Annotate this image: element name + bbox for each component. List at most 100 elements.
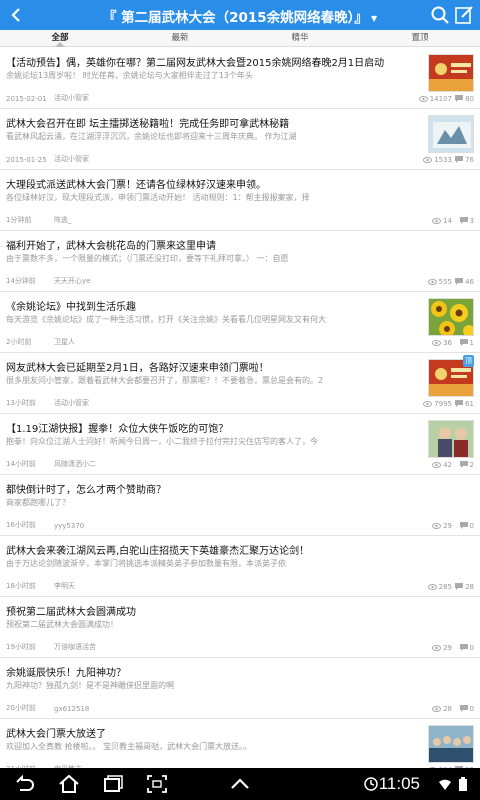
post-author[interactable]: 卫星人 <box>54 337 75 347</box>
post-author[interactable]: 阵逃_ <box>54 215 72 225</box>
view-count: 1533 <box>423 156 452 164</box>
edit-icon[interactable] <box>454 5 474 25</box>
post-item[interactable]: 网友武林大会已延期至2月1日，各路好汉速来申领门票啦！ 很多朋友问小管家，跟着看武… <box>0 353 480 414</box>
post-snippet: 商家都跑哪儿了？ <box>6 498 70 507</box>
post-date: 2015-01-25 <box>6 156 47 164</box>
view-count-value: 36 <box>443 339 452 347</box>
post-snippet: 余姚论坛13周岁啦！ 时光荏苒，余姚论坛与大家相伴走过了13个年头 <box>6 71 253 80</box>
post-author[interactable]: yyy5370 <box>54 522 84 530</box>
back-nav-icon[interactable] <box>14 774 36 794</box>
post-item[interactable]: 预祝第二届武林大会圆满成功 预祝第二届武林大会圆满成功！ 19小时前 万倍咖语活苦 29… <box>0 597 480 658</box>
comment-icon <box>459 522 470 530</box>
post-item[interactable]: 【1.19江湖快报】握拳！众位大侠午饭吃的可饱？ 抱拳！向众位江湖人士问好！听闻今… <box>0 414 480 475</box>
comment-count-value: 61 <box>465 400 474 408</box>
post-author[interactable]: 活动小管家 <box>54 398 89 408</box>
post-snippet: 抱拳！向众位江湖人士问好！听闻今日周一，小二我终于拉付完打尖住店写的客人了，今 <box>6 437 318 446</box>
comment-count-value: 76 <box>465 156 474 164</box>
comment-icon <box>459 217 470 225</box>
dropdown-caret-icon: ▼ <box>370 13 378 23</box>
post-date: 20小时前 <box>6 704 36 712</box>
screenshot-icon[interactable] <box>146 774 168 794</box>
post-title: 余姚诞辰快乐！九阳神功？ <box>6 668 126 679</box>
comment-icon <box>455 278 465 286</box>
comment-icon <box>459 705 470 713</box>
comment-count-value: 46 <box>465 278 474 286</box>
post-snippet: 每天游览《余姚论坛》成了一种生活习惯，打开《关注余姚》关看看几位明星网友又有何大 <box>6 315 326 324</box>
eye-icon <box>432 217 443 225</box>
post-title: 福利开始了，武林大会桃花岛的门票来这里申请 <box>6 241 216 252</box>
post-date: 14小时前 <box>6 460 36 468</box>
comment-count-value: 28 <box>465 583 474 591</box>
comment-count-value: 0 <box>469 644 474 652</box>
post-author[interactable]: 活动小管家 <box>54 154 89 164</box>
comment-count-value: 2 <box>469 461 474 469</box>
tab-pinned[interactable]: 置顶 <box>360 30 480 46</box>
comment-count-value: 3 <box>469 217 474 225</box>
post-author[interactable]: 天天开心ye <box>54 276 90 286</box>
tab-featured[interactable]: 精华 <box>240 30 360 46</box>
comment-count: 80 <box>455 95 474 103</box>
post-item[interactable]: 武林大会来袭江湖风云再,白驼山庄招揽天下英雄豪杰汇聚万达论剑！ 由于万达论剑随波渐… <box>0 536 480 597</box>
post-author[interactable]: 李明天 <box>54 581 75 591</box>
tab-bar: 全部 最新 精华 置顶 <box>0 30 480 47</box>
home-nav-icon[interactable] <box>58 774 80 794</box>
post-author[interactable]: 风随潇洒小二 <box>54 459 96 469</box>
system-nav-bar: 11:05 <box>0 768 480 800</box>
page-title[interactable]: 『 第二届武林大会（2015余姚网络春晚）』 ▼ <box>0 6 480 26</box>
comment-count: 2 <box>459 461 474 469</box>
post-date: 2小时前 <box>6 338 32 346</box>
tab-all[interactable]: 全部 <box>0 30 120 47</box>
view-count: 285 <box>427 583 452 591</box>
post-item[interactable]: 【活动预告】偶，英雄你在哪？第二届网友武林大会暨2015余姚网络春晚2月1日启动… <box>0 48 480 109</box>
view-count: 29 <box>432 522 452 530</box>
post-date: 16小时前 <box>6 521 36 529</box>
comment-count: 1 <box>459 339 474 347</box>
up-arrow-icon[interactable] <box>229 774 251 794</box>
view-count-value: 555 <box>438 278 452 286</box>
view-count-value: 42 <box>443 461 452 469</box>
eye-icon <box>427 583 439 591</box>
battery-icon <box>459 777 467 791</box>
tab-latest[interactable]: 最新 <box>120 30 240 46</box>
eye-icon <box>432 705 443 713</box>
comment-count: 61 <box>455 400 474 408</box>
post-snippet: 看武林风起云涌，在江湖浮浮沉沉，余姚论坛也即将迎来十三周年庆典。 作为江湖 <box>6 132 297 141</box>
eye-icon <box>432 461 443 469</box>
post-item[interactable]: 福利开始了，武林大会桃花岛的门票来这里申请 由于票数不多，一个限量的模式；（门票还… <box>0 231 480 292</box>
post-item[interactable]: 武林大会门票大放送了 欢迎加入全真教 抢楼啦。。 宝贝教主福哥哒，武林大会门票大放… <box>0 719 480 768</box>
post-item[interactable]: 武林大会召开在即 坛主擂掷送秘籍啦！完成任务即可拿武林秘籍 看武林风起云涌，在江湖… <box>0 109 480 170</box>
post-item[interactable]: 《余姚论坛》中找到生活乐趣每天游览《余姚论坛》成了一种生活习惯，打开《关注余姚》… <box>0 292 480 353</box>
post-author[interactable]: gx612518 <box>54 705 89 713</box>
post-thumbnail[interactable] <box>428 298 474 336</box>
post-list: 【活动预告】偶，英雄你在哪？第二届网友武林大会暨2015余姚网络春晚2月1日启动… <box>0 48 480 768</box>
post-item[interactable]: 大理段式派送武林大会门票！还请各位绿林好汉速来申领。 各位绿林好汉，现大理段式派，… <box>0 170 480 231</box>
post-title: 预祝第二届武林大会圆满成功 <box>6 607 136 618</box>
post-item[interactable]: 余姚诞辰快乐！九阳神功？ 九阳神功？独孤九剑！是不是神雕侠侣里面的啊 20小时前 gx… <box>0 658 480 719</box>
post-thumbnail[interactable] <box>428 115 474 153</box>
post-item[interactable]: 都快倒计时了，怎么才两个赞助商？ 商家都跑哪儿了？ 16小时前 yyy5370 29 0 <box>0 475 480 536</box>
post-author[interactable]: 万倍咖语活苦 <box>54 642 96 652</box>
comment-count-value: 0 <box>469 522 474 530</box>
view-count: 28 <box>432 705 452 713</box>
post-title: 武林大会来袭江湖风云再,白驼山庄招揽天下英雄豪杰汇聚万达论剑！ <box>6 546 310 557</box>
post-title: 【1.19江湖快报】握拳！众位大侠午饭吃的可饱？ <box>6 424 229 435</box>
page-title-text: 『 第二届武林大会（2015余姚网络春晚）』 <box>102 10 368 26</box>
recent-apps-icon[interactable] <box>102 774 124 794</box>
post-author[interactable]: 活动小管家 <box>54 93 89 103</box>
wifi-icon <box>439 779 451 790</box>
eye-icon <box>418 95 430 103</box>
post-thumbnail[interactable] <box>428 420 474 458</box>
comment-count: 3 <box>459 217 474 225</box>
post-date: 18小时前 <box>6 582 36 590</box>
post-thumbnail[interactable] <box>428 54 474 92</box>
post-title: 《余姚论坛》中找到生活乐趣 <box>6 302 136 313</box>
post-snippet: 九阳神功？独孤九剑！是不是神雕侠侣里面的啊 <box>6 681 174 690</box>
comment-count: 28 <box>455 583 474 591</box>
search-icon[interactable] <box>430 5 450 25</box>
view-count: 14 <box>432 217 452 225</box>
view-count: 14107 <box>418 95 452 103</box>
post-date: 14分钟前 <box>6 277 36 285</box>
post-thumbnail[interactable] <box>428 725 474 763</box>
view-count: 7995 <box>423 400 452 408</box>
comment-count: 0 <box>459 705 474 713</box>
